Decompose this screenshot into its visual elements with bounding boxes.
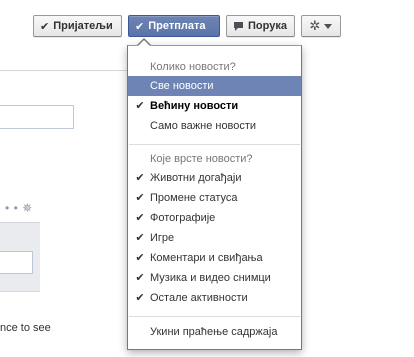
check-icon: ✔ — [40, 20, 50, 33]
menu-item-label: Укини праћење садржаја — [150, 326, 278, 338]
check-icon: ✔ — [135, 232, 145, 244]
background-rating-icons: • • ✵ — [5, 201, 34, 215]
friends-button[interactable]: ✔ Пријатељи — [33, 15, 122, 37]
menu-item-label: Промене статуса — [150, 192, 238, 204]
subscription-dropdown: Колико новости? Све новости ✔ Већину нов… — [127, 45, 302, 350]
background-partial-text: nce to see — [0, 322, 51, 334]
chevron-down-icon — [324, 23, 333, 29]
menu-item-status-updates[interactable]: ✔ Промене статуса — [128, 188, 301, 208]
menu-item-music-video[interactable]: ✔ Музика и видео снимци — [128, 268, 301, 288]
speech-bubble-icon — [233, 21, 244, 32]
background-input-field-2[interactable] — [0, 251, 33, 274]
check-icon: ✔ — [135, 272, 145, 284]
menu-separator — [129, 144, 300, 145]
check-icon: ✔ — [135, 172, 145, 184]
menu-item-label: Фотографије — [150, 212, 216, 224]
settings-menu-button[interactable]: ✲ — [301, 15, 341, 37]
check-icon: ✔ — [135, 212, 145, 224]
dropdown-pointer-inner — [138, 40, 150, 46]
menu-item-label: Све новости — [150, 80, 214, 92]
check-icon: ✔ — [135, 20, 145, 33]
gear-icon: ✲ — [309, 18, 321, 33]
menu-item-life-events[interactable]: ✔ Животни догађаји — [128, 168, 301, 188]
menu-item-important-only[interactable]: Само важне новости — [128, 116, 301, 136]
menu-item-label: Коментари и свиђања — [150, 252, 263, 264]
menu-item-label: Игре — [150, 232, 175, 244]
message-button-label: Порука — [248, 20, 287, 32]
background-input-field[interactable] — [0, 105, 74, 129]
check-icon: ✔ — [135, 192, 145, 204]
menu-item-photos[interactable]: ✔ Фотографије — [128, 208, 301, 228]
menu-item-other-activity[interactable]: ✔ Остале активности — [128, 288, 301, 308]
subscribe-button[interactable]: ✔ Претплата — [128, 15, 220, 37]
background-faint-glyph — [90, 72, 130, 102]
section-header-what-types: Које врсте новости? — [150, 153, 253, 165]
menu-item-most-updates[interactable]: ✔ Већину новости — [128, 96, 301, 116]
menu-item-label: Само важне новости — [150, 120, 257, 132]
background-divider — [0, 70, 128, 71]
section-header-how-many: Колико новости? — [150, 61, 236, 73]
menu-item-label: Већину новости — [150, 100, 239, 112]
menu-item-label: Музика и видео снимци — [150, 272, 271, 284]
message-button[interactable]: Порука — [226, 15, 295, 37]
check-icon: ✔ — [135, 252, 145, 264]
menu-separator — [129, 316, 300, 317]
subscribe-button-label: Претплата — [148, 20, 206, 32]
friends-button-label: Пријатељи — [53, 20, 113, 32]
check-icon: ✔ — [135, 100, 145, 112]
menu-item-comments-likes[interactable]: ✔ Коментари и свиђања — [128, 248, 301, 268]
menu-item-all-updates[interactable]: Све новости — [128, 76, 301, 96]
check-icon: ✔ — [135, 292, 145, 304]
menu-item-label: Остале активности — [150, 292, 248, 304]
menu-item-label: Животни догађаји — [150, 172, 242, 184]
profile-action-buttons: ✔ Пријатељи ✔ Претплата Порука ✲ — [33, 15, 341, 37]
menu-item-unsubscribe[interactable]: Укини праћење садржаја — [128, 322, 301, 342]
menu-item-games[interactable]: ✔ Игре — [128, 228, 301, 248]
